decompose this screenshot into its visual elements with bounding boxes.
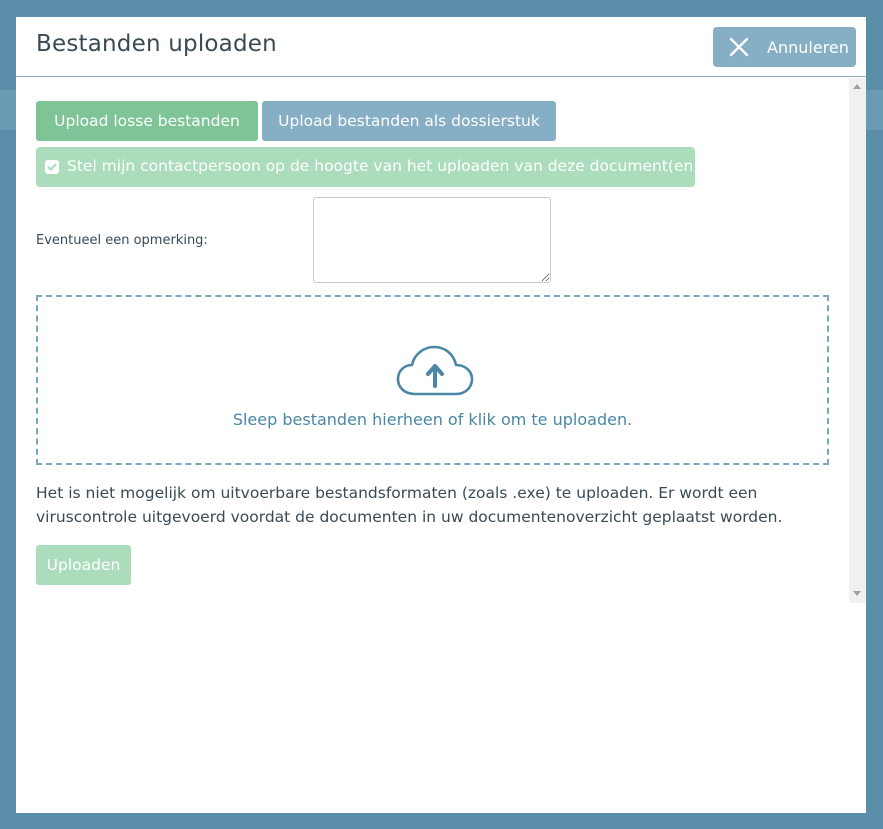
tab-upload-dossier-item[interactable]: Upload bestanden als dossierstuk (262, 101, 556, 141)
cloud-upload-icon (396, 345, 474, 396)
dialog-header: Bestanden uploaden Annuleren (16, 17, 866, 77)
notify-checkbox[interactable] (45, 160, 59, 174)
notify-contact-toggle[interactable]: Stel mijn contactpersoon op de hoogte va… (36, 147, 704, 187)
dropzone-text: Sleep bestanden hierheen of klik om te u… (232, 410, 633, 429)
cancel-label: Annuleren (767, 38, 849, 57)
upload-info-text: Het is niet mogelijk om uitvoerbare best… (36, 484, 783, 526)
remark-label: Eventueel een opmerking: (36, 233, 208, 248)
scrollbar[interactable] (849, 78, 866, 603)
file-dropzone[interactable]: Sleep bestanden hierheen of klik om te u… (36, 295, 829, 465)
tab-upload-loose-files[interactable]: Upload losse bestanden (36, 101, 258, 141)
scroll-down-arrow-icon[interactable] (853, 591, 861, 596)
close-icon (729, 37, 749, 57)
checkmark-icon (47, 163, 57, 171)
dialog-title: Bestanden uploaden (36, 31, 277, 57)
cancel-button[interactable]: Annuleren (713, 27, 856, 67)
notify-label: Stel mijn contactpersoon op de hoogte va… (67, 157, 705, 175)
remark-textarea[interactable] (313, 197, 551, 283)
scroll-up-arrow-icon[interactable] (853, 84, 861, 89)
upload-dialog: Bestanden uploaden Annuleren Upload loss… (16, 17, 866, 813)
dialog-body: Upload losse bestanden Upload bestanden … (16, 78, 866, 813)
upload-button[interactable]: Uploaden (36, 545, 131, 585)
